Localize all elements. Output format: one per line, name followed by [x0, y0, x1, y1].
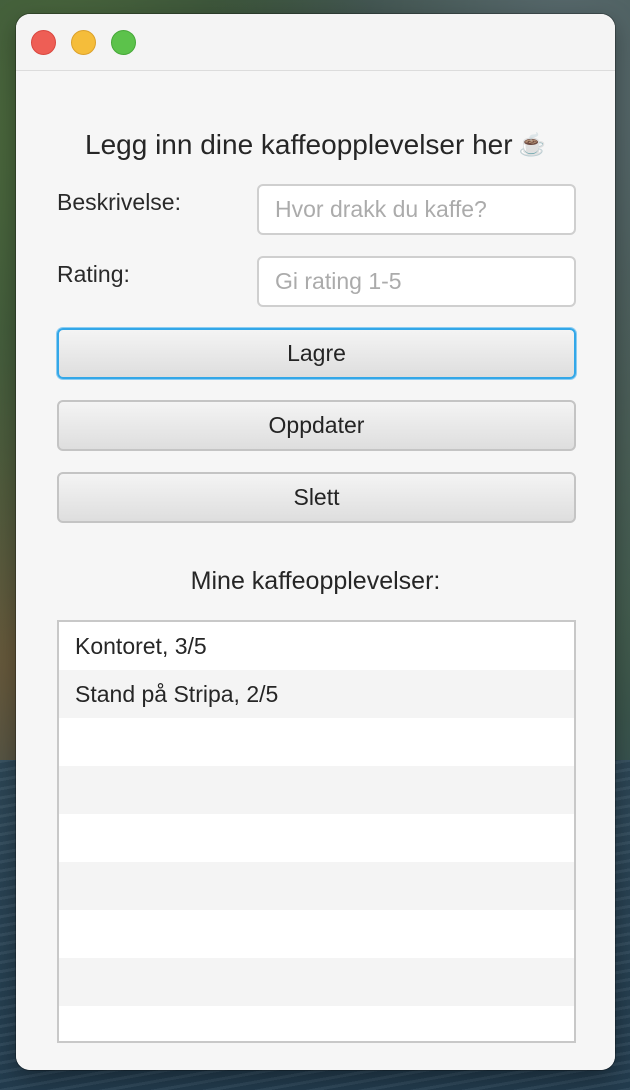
list-item[interactable]	[59, 766, 574, 814]
rating-input[interactable]	[257, 256, 576, 307]
page-title: Legg inn dine kaffeopplevelser her ☕	[16, 129, 615, 161]
list-item[interactable]	[59, 1006, 574, 1041]
page-title-text: Legg inn dine kaffeopplevelser her	[85, 129, 513, 160]
list-item[interactable]: Stand på Stripa, 2/5	[59, 670, 574, 718]
coffee-cup-icon: ☕	[518, 132, 546, 157]
minimize-window-button[interactable]	[71, 30, 96, 55]
title-bar	[16, 14, 615, 71]
list-item[interactable]	[59, 814, 574, 862]
list-item[interactable]	[59, 862, 574, 910]
description-input[interactable]	[257, 184, 576, 235]
close-window-button[interactable]	[31, 30, 56, 55]
list-item[interactable]: Kontoret, 3/5	[59, 622, 574, 670]
save-button[interactable]: Lagre	[57, 328, 576, 379]
update-button[interactable]: Oppdater	[57, 400, 576, 451]
description-label: Beskrivelse:	[57, 189, 181, 215]
list-item[interactable]	[59, 910, 574, 958]
main-content: Legg inn dine kaffeopplevelser her ☕ Besk…	[16, 71, 615, 1070]
list-item[interactable]	[59, 718, 574, 766]
list-heading: Mine kaffeopplevelser:	[190, 567, 441, 595]
rating-label: Rating:	[57, 261, 130, 287]
app-window: Legg inn dine kaffeopplevelser her ☕ Besk…	[16, 14, 615, 1070]
maximize-window-button[interactable]	[111, 30, 136, 55]
delete-button[interactable]: Slett	[57, 472, 576, 523]
list-item[interactable]	[59, 958, 574, 1006]
coffee-list[interactable]: Kontoret, 3/5 Stand på Stripa, 2/5	[57, 620, 576, 1043]
